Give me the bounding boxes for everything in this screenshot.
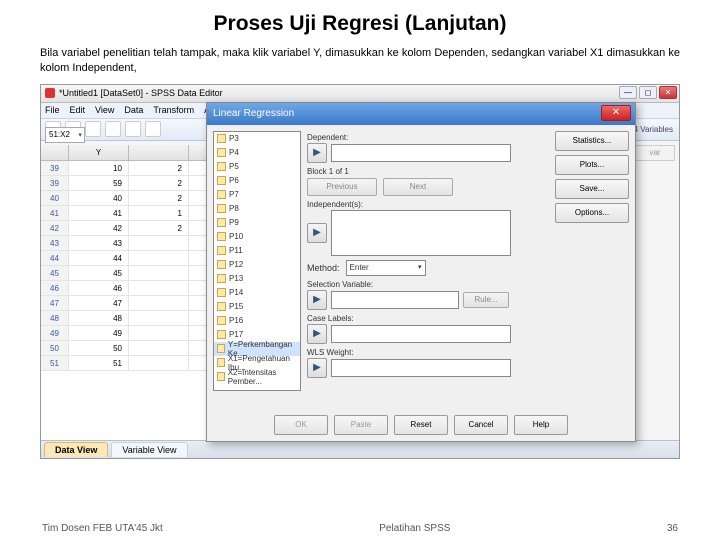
toolbar-icon[interactable] (125, 121, 141, 137)
spss-window: *Untitled1 [DataSet0] - SPSS Data Editor… (40, 84, 680, 459)
variable-item[interactable]: P8 (214, 202, 300, 216)
tab-variable-view[interactable]: Variable View (111, 442, 187, 457)
slide-title: Proses Uji Regresi (Lanjutan) (0, 0, 720, 42)
ok-button[interactable]: OK (274, 415, 328, 435)
footer-page-number: 36 (667, 523, 678, 534)
toolbar-icon[interactable] (145, 121, 161, 137)
scale-icon (217, 176, 226, 185)
variable-item[interactable]: P14 (214, 286, 300, 300)
variable-item[interactable]: X2=Intensitas Pember... (214, 370, 300, 384)
selection-variable-field[interactable] (331, 291, 459, 309)
case-labels-field[interactable] (331, 325, 511, 343)
menu-file[interactable]: File (45, 105, 60, 115)
block-label: Block 1 of 1 (307, 167, 537, 176)
move-to-wls-button[interactable]: ▶ (307, 358, 327, 378)
rule-button[interactable]: Rule... (463, 292, 509, 308)
scale-icon (217, 246, 226, 255)
case-labels-label: Case Labels: (307, 314, 537, 323)
cancel-button[interactable]: Cancel (454, 415, 508, 435)
independent-label: Independent(s): (307, 200, 537, 209)
variable-item[interactable]: P13 (214, 272, 300, 286)
scale-icon (217, 274, 226, 283)
col-header-y[interactable]: Y (69, 145, 129, 160)
variable-item[interactable]: P7 (214, 188, 300, 202)
move-to-selection-button[interactable]: ▶ (307, 290, 327, 310)
scale-icon (217, 372, 225, 381)
variable-list[interactable]: P3P4P5P6P7P8P9P10P11P12P13P14P15P16P17Y=… (213, 131, 301, 391)
cell-reference[interactable]: 51:X2 (45, 127, 85, 143)
variable-item[interactable]: P16 (214, 314, 300, 328)
scale-icon (217, 316, 226, 325)
scale-icon (217, 162, 226, 171)
menu-edit[interactable]: Edit (70, 105, 86, 115)
footer-left: Tim Dosen FEB UTA'45 Jkt (42, 523, 163, 534)
footer-center: Pelatihan SPSS (379, 523, 450, 534)
minimize-button[interactable]: — (619, 86, 637, 99)
move-to-dependent-button[interactable]: ▶ (307, 143, 327, 163)
variable-item[interactable]: P10 (214, 230, 300, 244)
save-button[interactable]: Save... (555, 179, 629, 199)
dialog-title: Linear Regression (213, 108, 294, 119)
column-header-var: var (635, 145, 675, 161)
close-button[interactable]: ✕ (659, 86, 677, 99)
statistics-button[interactable]: Statistics... (555, 131, 629, 151)
scale-icon (217, 288, 226, 297)
plots-button[interactable]: Plots... (555, 155, 629, 175)
scale-icon (217, 218, 226, 227)
scale-icon (217, 232, 226, 241)
variable-item[interactable]: P15 (214, 300, 300, 314)
app-icon (45, 88, 55, 98)
paste-button[interactable]: Paste (334, 415, 388, 435)
col-header-x[interactable] (129, 145, 189, 160)
tab-data-view[interactable]: Data View (44, 442, 108, 457)
reset-button[interactable]: Reset (394, 415, 448, 435)
dependent-field[interactable] (331, 144, 511, 162)
move-to-independent-button[interactable]: ▶ (307, 223, 327, 243)
dialog-close-button[interactable]: ✕ (601, 105, 631, 121)
wls-weight-label: WLS Weight: (307, 348, 537, 357)
independent-field[interactable] (331, 210, 511, 256)
toolbar-icon[interactable] (105, 121, 121, 137)
scale-icon (217, 204, 226, 213)
scale-icon (217, 148, 226, 157)
variable-item[interactable]: P6 (214, 174, 300, 188)
variable-item[interactable]: P4 (214, 146, 300, 160)
menu-view[interactable]: View (95, 105, 114, 115)
variable-item[interactable]: P3 (214, 132, 300, 146)
window-title: *Untitled1 [DataSet0] - SPSS Data Editor (59, 88, 223, 98)
method-label: Method: (307, 263, 340, 273)
menu-transform[interactable]: Transform (153, 105, 194, 115)
scale-icon (217, 344, 225, 353)
move-to-case-button[interactable]: ▶ (307, 324, 327, 344)
maximize-button[interactable]: ◻ (639, 86, 657, 99)
next-button[interactable]: Next (383, 178, 453, 196)
dialog-titlebar: Linear Regression ✕ (207, 103, 635, 125)
toolbar-icon[interactable] (85, 121, 101, 137)
variable-item[interactable]: P5 (214, 160, 300, 174)
variable-item[interactable]: P11 (214, 244, 300, 258)
slide-footer: Tim Dosen FEB UTA'45 Jkt Pelatihan SPSS … (0, 523, 720, 534)
scale-icon (217, 330, 226, 339)
variable-item[interactable]: P9 (214, 216, 300, 230)
scale-icon (217, 260, 226, 269)
selection-variable-label: Selection Variable: (307, 280, 537, 289)
linear-regression-dialog: Linear Regression ✕ P3P4P5P6P7P8P9P10P11… (206, 102, 636, 442)
window-titlebar: *Untitled1 [DataSet0] - SPSS Data Editor… (41, 85, 679, 103)
wls-weight-field[interactable] (331, 359, 511, 377)
scale-icon (217, 302, 226, 311)
method-select[interactable]: Enter (346, 260, 426, 276)
scale-icon (217, 134, 226, 143)
variable-item[interactable]: P12 (214, 258, 300, 272)
previous-button[interactable]: Previous (307, 178, 377, 196)
dependent-label: Dependent: (307, 133, 537, 142)
scale-icon (217, 358, 225, 367)
row-header-blank (41, 145, 69, 160)
view-tabs: Data View Variable View (41, 440, 679, 458)
slide-description: Bila variabel penelitian telah tampak, m… (0, 42, 720, 84)
options-button[interactable]: Options... (555, 203, 629, 223)
scale-icon (217, 190, 226, 199)
help-button[interactable]: Help (514, 415, 568, 435)
menu-data[interactable]: Data (124, 105, 143, 115)
